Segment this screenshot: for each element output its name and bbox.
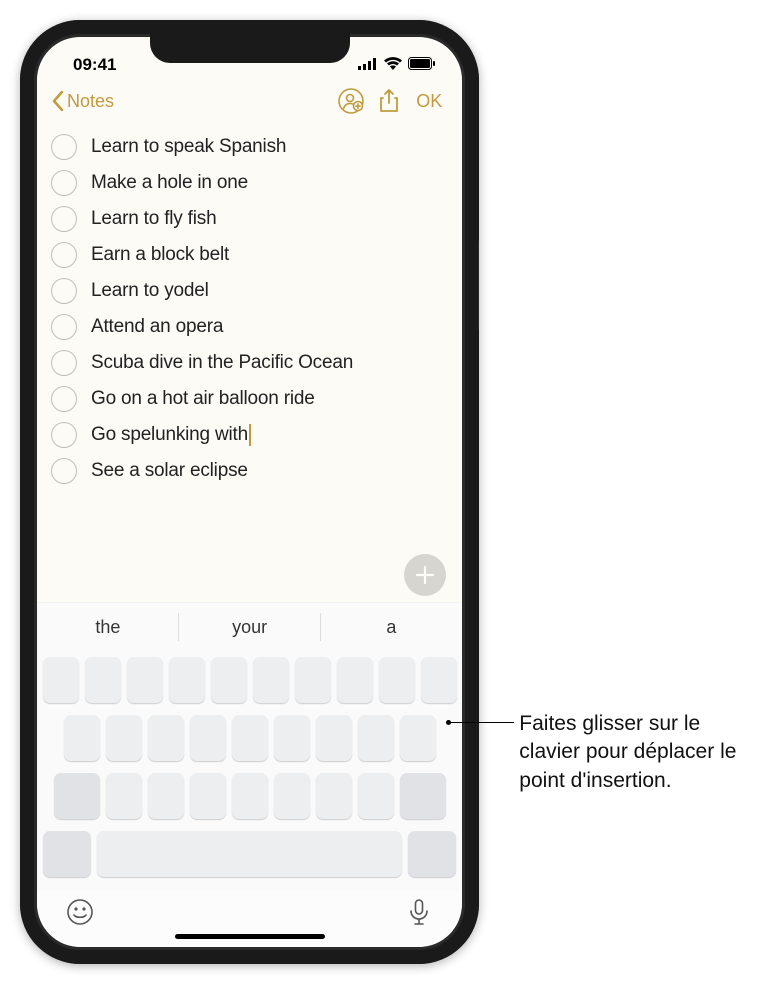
chevron-back-icon	[51, 91, 65, 111]
key[interactable]	[211, 657, 247, 703]
key[interactable]	[253, 657, 289, 703]
prediction-0[interactable]: the	[37, 603, 179, 651]
key[interactable]	[190, 715, 226, 761]
key[interactable]	[358, 773, 394, 819]
checkbox-circle[interactable]	[51, 314, 77, 340]
text-cursor	[249, 424, 251, 446]
checkbox-circle[interactable]	[51, 134, 77, 160]
callout: Faites glisser sur le clavier pour dépla…	[519, 710, 746, 795]
checkbox-circle[interactable]	[51, 278, 77, 304]
nav-bar: Notes OK	[37, 77, 462, 125]
checklist-text[interactable]: Go on a hot air balloon ride	[91, 388, 315, 410]
notch	[150, 33, 350, 63]
space-key[interactable]	[97, 831, 402, 877]
done-button[interactable]: OK	[410, 91, 448, 112]
checklist-text[interactable]: Earn a block belt	[91, 244, 229, 266]
key[interactable]	[337, 657, 373, 703]
collaborate-button[interactable]	[334, 84, 368, 118]
status-time: 09:41	[73, 55, 133, 75]
key[interactable]	[400, 715, 436, 761]
emoji-button[interactable]	[65, 897, 95, 932]
checklist-item[interactable]: Attend an opera	[51, 309, 448, 345]
shift-key[interactable]	[54, 773, 100, 819]
key[interactable]	[127, 657, 163, 703]
checklist-text[interactable]: Attend an opera	[91, 316, 223, 338]
checklist-text[interactable]: Go spelunking with	[91, 424, 251, 446]
checklist-item[interactable]: Go spelunking with	[51, 417, 448, 453]
screen: 09:41 Notes	[37, 37, 462, 947]
key[interactable]	[232, 715, 268, 761]
key[interactable]	[148, 773, 184, 819]
dictation-button[interactable]	[404, 897, 434, 932]
prediction-row: the your a	[37, 603, 462, 651]
checklist-text[interactable]: Learn to yodel	[91, 280, 209, 302]
battery-icon	[408, 55, 436, 75]
key[interactable]	[85, 657, 121, 703]
cellular-icon	[358, 55, 378, 75]
checkbox-circle[interactable]	[51, 350, 77, 376]
key[interactable]	[295, 657, 331, 703]
checklist-text[interactable]: Scuba dive in the Pacific Ocean	[91, 352, 353, 374]
checklist-item[interactable]: Learn to fly fish	[51, 201, 448, 237]
key[interactable]	[106, 715, 142, 761]
checklist-item[interactable]: Make a hole in one	[51, 165, 448, 201]
checklist-text[interactable]: See a solar eclipse	[91, 460, 248, 482]
note-content[interactable]: Learn to speak Spanish Make a hole in one…	[37, 125, 462, 602]
checkbox-circle[interactable]	[51, 422, 77, 448]
key[interactable]	[316, 715, 352, 761]
wifi-icon	[384, 55, 402, 75]
key[interactable]	[190, 773, 226, 819]
key[interactable]	[274, 773, 310, 819]
prediction-1[interactable]: your	[179, 603, 321, 651]
checkbox-circle[interactable]	[51, 170, 77, 196]
checklist-text[interactable]: Make a hole in one	[91, 172, 248, 194]
backspace-key[interactable]	[400, 773, 446, 819]
checkbox-circle[interactable]	[51, 386, 77, 412]
status-indicators	[358, 55, 436, 75]
home-indicator[interactable]	[175, 934, 325, 939]
share-button[interactable]	[372, 84, 406, 118]
person-add-icon	[338, 88, 364, 114]
key[interactable]	[43, 657, 79, 703]
checklist-item[interactable]: Scuba dive in the Pacific Ocean	[51, 345, 448, 381]
emoji-icon	[65, 897, 95, 927]
callout-text: Faites glisser sur le clavier pour dépla…	[519, 712, 736, 792]
add-button[interactable]	[404, 554, 446, 596]
key[interactable]	[358, 715, 394, 761]
checkbox-circle[interactable]	[51, 242, 77, 268]
checklist-item[interactable]: Go on a hot air balloon ride	[51, 381, 448, 417]
key[interactable]	[274, 715, 310, 761]
checklist-item[interactable]: See a solar eclipse	[51, 453, 448, 489]
share-icon	[376, 88, 402, 114]
checkbox-circle[interactable]	[51, 458, 77, 484]
numbers-key[interactable]	[43, 831, 91, 877]
checklist-item[interactable]: Learn to speak Spanish	[51, 129, 448, 165]
back-button[interactable]: Notes	[51, 91, 114, 112]
callout-line	[448, 722, 514, 723]
key[interactable]	[148, 715, 184, 761]
keyboard[interactable]	[37, 651, 462, 891]
key[interactable]	[169, 657, 205, 703]
keyboard-area: the your a	[37, 602, 462, 947]
key[interactable]	[316, 773, 352, 819]
back-label: Notes	[67, 91, 114, 112]
iphone-frame: 09:41 Notes	[20, 20, 479, 964]
key[interactable]	[232, 773, 268, 819]
key[interactable]	[421, 657, 457, 703]
checklist-text[interactable]: Learn to fly fish	[91, 208, 216, 230]
return-key[interactable]	[408, 831, 456, 877]
plus-icon	[413, 563, 437, 587]
checklist-item[interactable]: Learn to yodel	[51, 273, 448, 309]
mic-icon	[404, 897, 434, 927]
power-button	[478, 240, 479, 330]
key[interactable]	[379, 657, 415, 703]
key[interactable]	[106, 773, 142, 819]
checklist-text[interactable]: Learn to speak Spanish	[91, 136, 286, 158]
key[interactable]	[64, 715, 100, 761]
checklist-item[interactable]: Earn a block belt	[51, 237, 448, 273]
checkbox-circle[interactable]	[51, 206, 77, 232]
prediction-2[interactable]: a	[321, 603, 463, 651]
